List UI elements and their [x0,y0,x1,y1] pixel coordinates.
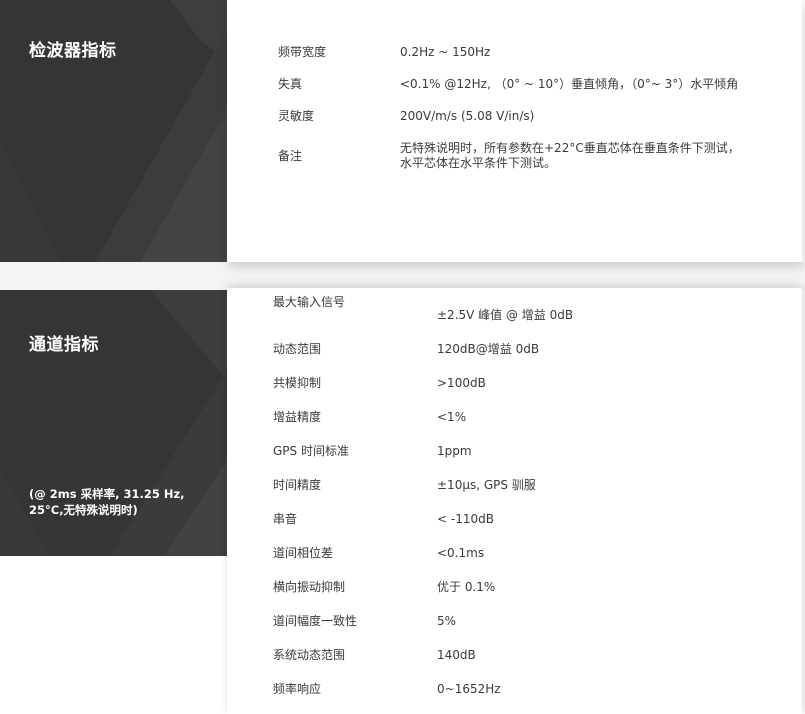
spec-value: 5% [437,614,457,628]
spec-label: 增益精度 [273,410,322,424]
spec-label: 灵敏度 [278,109,315,123]
spec-value: 0~1652Hz [437,682,501,696]
spec-value: < -110dB [437,512,494,526]
spec-value: 0.2Hz ~ 150Hz [400,45,491,59]
spec-label: 串音 [273,512,298,526]
detector-title-panel: 检波器指标 [0,0,227,262]
spec-value: ±2.5V 峰值 @ 增益 0dB [437,308,574,322]
spec-value: <0.1% @12Hz, （0° ~ 10°）垂直倾角，（0°~ 3°）水平倾角 [400,77,739,91]
spec-value: 1ppm [437,444,472,458]
spec-value: 140dB [437,648,476,662]
spec-value: <0.1ms [437,546,485,560]
spec-value: 优于 0.1% [437,580,496,594]
spec-value: ±10μs, GPS 驯服 [437,478,536,492]
spec-label: 系统动态范围 [273,648,346,662]
spec-label: 横向振动抑制 [273,580,346,594]
spec-label: 最大输入信号 [273,295,346,309]
detector-section-title: 检波器指标 [29,41,117,61]
spec-label: 动态范围 [273,342,322,356]
channel-spec-card: 最大输入信号 ±2.5V 峰值 @ 增益 0dB 动态范围 120dB@增益 0… [227,288,802,714]
spec-label: 道间幅度一致性 [273,614,358,628]
spec-label: GPS 时间标准 [273,444,349,458]
spec-label: 备注 [278,149,303,163]
channel-title-panel: 通道指标 (@ 2ms 采样率, 31.25 Hz, 25°C,无特殊说明时) [0,290,227,556]
spec-label: 共模抑制 [273,376,322,390]
spec-value: 200V/m/s (5.08 V/in/s) [400,109,535,123]
section-divider [0,262,805,290]
spec-value: 无特殊说明时，所有参数在+22°C垂直芯体在垂直条件下测试，水平芯体在水平条件下… [400,141,740,170]
spec-value: >100dB [437,376,486,390]
spec-label: 失真 [278,77,303,91]
channel-condition-note: (@ 2ms 采样率, 31.25 Hz, 25°C,无特殊说明时) [29,487,185,517]
spec-page: 检波器指标 频带宽度 0.2Hz ~ 150Hz 失真 <0.1% @12Hz,… [0,0,805,714]
spec-label: 道间相位差 [273,546,334,560]
spec-label: 频带宽度 [278,45,327,59]
spec-value: 120dB@增益 0dB [437,342,540,356]
detector-spec-card: 频带宽度 0.2Hz ~ 150Hz 失真 <0.1% @12Hz, （0° ~… [227,0,802,262]
spec-label: 时间精度 [273,478,322,492]
spec-value: <1% [437,410,467,424]
spec-label: 频率响应 [273,682,322,696]
channel-section-title: 通道指标 [29,335,99,355]
